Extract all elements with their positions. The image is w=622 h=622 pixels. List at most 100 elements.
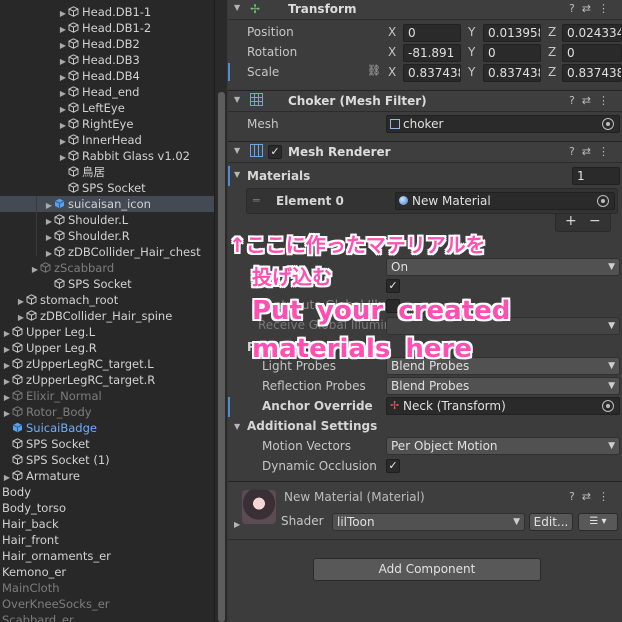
hierarchy-item[interactable]: ▶ Head.DB4: [0, 68, 214, 84]
material-header-icons[interactable]: ?⇄⋮: [569, 490, 616, 503]
hierarchy-item[interactable]: ▶ Shoulder.L: [0, 212, 214, 228]
scale-y-field[interactable]: 0.837438: [483, 64, 541, 82]
hierarchy-item[interactable]: ▶ RightEye: [0, 116, 214, 132]
transform-icon: ✢: [250, 2, 261, 16]
hierarchy-item[interactable]: SPS Socket: [0, 436, 214, 452]
hierarchy-item[interactable]: ▶ Armature: [0, 468, 214, 484]
add-component-button[interactable]: Add Component: [313, 558, 541, 581]
hierarchy-item[interactable]: ▶ Rabbit Glass v1.02: [0, 148, 214, 164]
fold-arrow-icon[interactable]: ▼: [234, 95, 240, 104]
hierarchy-item[interactable]: ▶ zUpperLegRC_target.L: [0, 356, 214, 372]
link-icon[interactable]: ⛓: [367, 64, 381, 77]
hierarchy-item[interactable]: ▶ suicaisan_icon: [0, 196, 214, 212]
position-x-field[interactable]: 0: [403, 24, 461, 42]
hierarchy-item[interactable]: SPS Socket: [0, 276, 214, 292]
remove-element-button[interactable]: −: [589, 213, 601, 229]
hierarchy-item[interactable]: 鳥居: [0, 164, 214, 180]
hierarchy-item[interactable]: Kemono_er: [0, 564, 214, 580]
object-picker-icon[interactable]: [602, 118, 614, 130]
hierarchy-item[interactable]: MainCloth: [0, 580, 214, 596]
rotation-z-field[interactable]: 0: [562, 44, 622, 62]
material-fold-icon[interactable]: ▶: [234, 520, 240, 529]
hierarchy-scrollbar-thumb[interactable]: [218, 92, 225, 622]
mesh-renderer-header[interactable]: ▼ ✓ Mesh Renderer ?⇄⋮: [228, 141, 622, 163]
hierarchy-item[interactable]: ▶ zScabbard: [0, 260, 214, 276]
hierarchy-item[interactable]: ▶ zDBCollider_Hair_chest: [0, 244, 214, 260]
component-header-icons[interactable]: ?⇄⋮: [569, 145, 616, 158]
hierarchy-item-label: SPS Socket (1): [26, 453, 110, 467]
hierarchy-item[interactable]: ▶ Shoulder.R: [0, 228, 214, 244]
hierarchy-item[interactable]: ▶ stomach_root: [0, 292, 214, 308]
hierarchy-item[interactable]: ▶ Head.DB1-2: [0, 20, 214, 36]
mesh-filter-icon: [250, 93, 263, 106]
hierarchy-item-label: Head.DB4: [82, 69, 140, 83]
shader-list-button[interactable]: ☰ ▾: [578, 513, 618, 531]
hierarchy-item[interactable]: Hair_front: [0, 532, 214, 548]
add-element-button[interactable]: +: [565, 213, 577, 229]
hierarchy-item[interactable]: SPS Socket (1): [0, 452, 214, 468]
hierarchy-item[interactable]: Body_torso: [0, 500, 214, 516]
dynamic-occlusion-checkbox[interactable]: ✓: [386, 459, 400, 473]
scale-x-field[interactable]: 0.837438: [403, 64, 461, 82]
mesh-value: choker: [403, 117, 444, 131]
cast-shadows-checkbox[interactable]: ✓: [386, 279, 400, 293]
motion-vectors-dropdown[interactable]: Per Object Motion ▼: [386, 437, 620, 455]
hierarchy-item[interactable]: ▶ Rotor_Body: [0, 404, 214, 420]
position-z-field[interactable]: 0.024334: [562, 24, 622, 42]
hierarchy-item[interactable]: SPS Socket: [0, 180, 214, 196]
fold-arrow-icon[interactable]: ▼: [234, 146, 240, 155]
transform-header[interactable]: ▼ ✢ Transform ?⇄⋮: [228, 0, 622, 20]
drag-handle-icon[interactable]: ═: [253, 194, 260, 207]
hierarchy-item[interactable]: ▶ Head.DB3: [0, 52, 214, 68]
hierarchy-item[interactable]: ▶ Upper Leg.L: [0, 324, 214, 340]
annotation-en-line1: Put your created: [252, 296, 511, 326]
mesh-field[interactable]: choker: [386, 115, 620, 133]
component-header-icons[interactable]: ?⇄⋮: [569, 94, 616, 107]
hierarchy-item[interactable]: ▶ Elixir_Normal: [0, 388, 214, 404]
receive-gi-dropdown[interactable]: On ▼: [386, 258, 620, 276]
hierarchy-item[interactable]: ▶ Head.DB1-1: [0, 4, 214, 20]
element-0-field[interactable]: New Material: [395, 192, 615, 210]
materials-label: Materials: [247, 169, 311, 183]
component-header-icons[interactable]: ?⇄⋮: [569, 2, 616, 15]
rotation-x-field[interactable]: -81.891: [403, 44, 461, 62]
object-picker-icon[interactable]: [602, 400, 614, 412]
hierarchy-item[interactable]: Scabbard_er: [0, 612, 214, 622]
hierarchy-item[interactable]: ▶ LeftEye: [0, 100, 214, 116]
shader-dropdown[interactable]: lilToon ▼: [332, 513, 525, 531]
hierarchy-item-label: LeftEye: [82, 101, 125, 115]
hierarchy-item[interactable]: ▶ Upper Leg.R: [0, 340, 214, 356]
hierarchy-item-label: Hair_back: [2, 517, 59, 531]
scale-z-field[interactable]: 0.837438: [562, 64, 622, 82]
reflection-probes-dropdown[interactable]: Blend Probes ▼: [386, 377, 620, 395]
position-y-field[interactable]: 0.013958: [483, 24, 541, 42]
cube-icon: [68, 86, 79, 97]
hierarchy-scrollbar[interactable]: [214, 0, 227, 622]
cube-icon: [68, 134, 79, 145]
anchor-override-field[interactable]: ✢ Neck (Transform): [386, 397, 620, 415]
hierarchy-item[interactable]: ▶ Head_end: [0, 84, 214, 100]
mesh-renderer-enabled-checkbox[interactable]: ✓: [268, 145, 282, 159]
additional-settings-fold-icon[interactable]: ▼: [234, 422, 240, 431]
mesh-filter-header[interactable]: ▼ Choker (Mesh Filter) ?⇄⋮: [228, 90, 622, 112]
cube-icon: [68, 118, 79, 129]
hierarchy-item[interactable]: SuicaiBadge: [0, 420, 214, 436]
hierarchy-item-label: Head.DB1-1: [82, 5, 152, 19]
hierarchy-item-label: suicaisan_icon: [68, 197, 151, 211]
edit-shader-button[interactable]: Edit...: [529, 513, 573, 531]
motion-vectors-label: Motion Vectors: [262, 439, 351, 453]
materials-count-field[interactable]: 1: [572, 167, 620, 185]
hierarchy-item[interactable]: OverKneeSocks_er: [0, 596, 214, 612]
hierarchy-item[interactable]: Hair_ornaments_er: [0, 548, 214, 564]
hierarchy-item[interactable]: Body: [0, 484, 214, 500]
materials-fold-icon[interactable]: ▼: [234, 170, 240, 179]
object-picker-icon[interactable]: [597, 195, 609, 207]
rotation-y-field[interactable]: 0: [483, 44, 541, 62]
hierarchy-item[interactable]: ▶ zDBCollider_Hair_spine: [0, 308, 214, 324]
hierarchy-item[interactable]: ▶ Head.DB2: [0, 36, 214, 52]
fold-arrow-icon[interactable]: ▼: [234, 3, 240, 12]
hierarchy-item[interactable]: ▶ InnerHead: [0, 132, 214, 148]
hierarchy-item[interactable]: ▶ zUpperLegRC_target.R: [0, 372, 214, 388]
mesh-renderer-icon: [250, 144, 263, 157]
hierarchy-item[interactable]: Hair_back: [0, 516, 214, 532]
